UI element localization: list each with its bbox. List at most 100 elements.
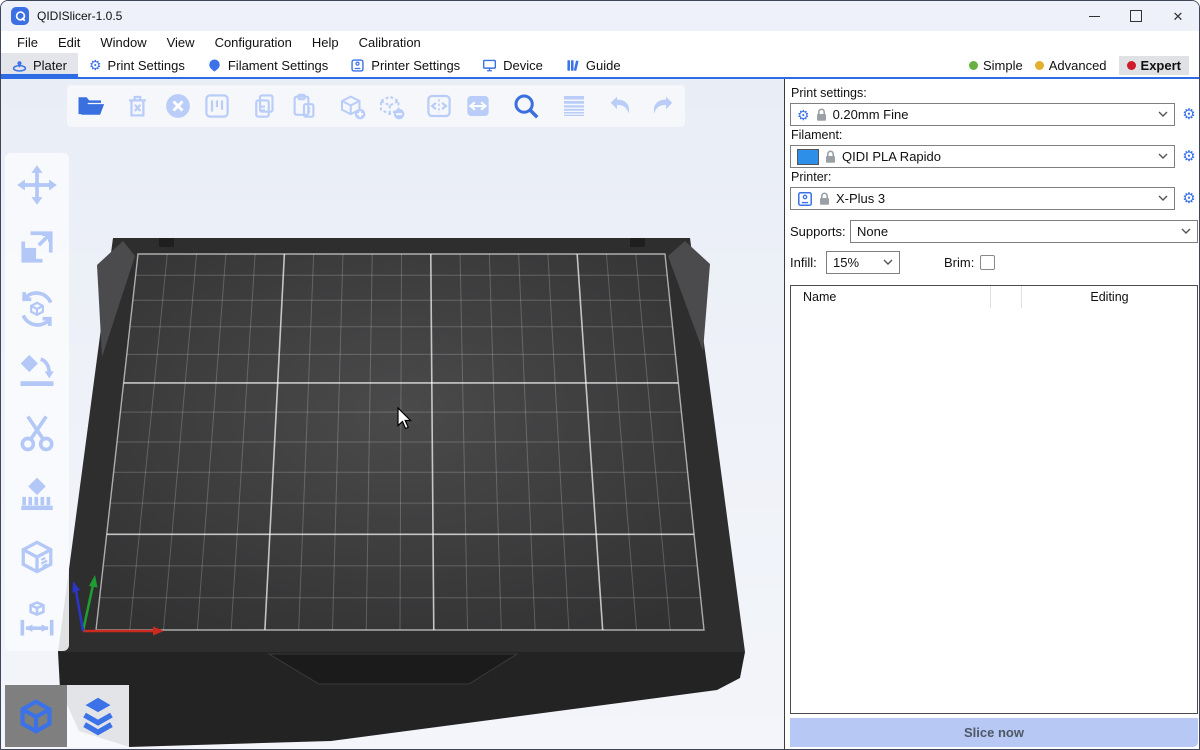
mode-selector: Simple Advanced Expert	[969, 53, 1199, 77]
filament-value: QIDI PLA Rapido	[842, 149, 1152, 164]
gear-icon: ⚙	[89, 58, 102, 72]
printer-label: Printer:	[791, 170, 1198, 184]
mode-simple[interactable]: Simple	[969, 58, 1023, 73]
paste-icon[interactable]	[289, 91, 319, 121]
tab-plater[interactable]: Plater	[1, 53, 78, 77]
object-list-body[interactable]	[791, 308, 1197, 713]
measure-icon[interactable]	[15, 597, 59, 641]
menu-view[interactable]: View	[157, 35, 205, 50]
window-title: QIDISlicer-1.0.5	[37, 9, 122, 23]
printer-gear-button[interactable]: ⚙	[1180, 191, 1198, 206]
gear-icon: ⚙	[797, 108, 810, 122]
supports-value: None	[857, 224, 1175, 239]
column-extruder	[991, 286, 1022, 308]
infill-value: 15%	[833, 255, 877, 270]
split-to-objects-icon[interactable]	[424, 91, 454, 121]
menu-configuration[interactable]: Configuration	[205, 35, 302, 50]
menu-calibration[interactable]: Calibration	[349, 35, 431, 50]
expert-dot-icon	[1127, 61, 1136, 70]
advanced-dot-icon	[1035, 61, 1044, 70]
search-icon[interactable]	[511, 91, 541, 121]
app-window: QIDISlicer-1.0.5 ✕ File Edit Window View…	[0, 0, 1200, 750]
printer-icon	[797, 191, 813, 207]
undo-icon[interactable]	[607, 91, 637, 121]
menu-file[interactable]: File	[7, 35, 48, 50]
print-settings-gear-button[interactable]: ⚙	[1180, 107, 1198, 122]
chevron-down-icon	[1158, 195, 1168, 202]
layers-icon	[75, 693, 121, 739]
move-icon[interactable]	[15, 163, 59, 207]
menu-bar: File Edit Window View Configuration Help…	[1, 31, 1199, 53]
brim-checkbox[interactable]	[980, 255, 995, 270]
close-button[interactable]: ✕	[1157, 1, 1199, 31]
delete-icon[interactable]	[124, 91, 154, 121]
delete-all-icon[interactable]	[163, 91, 193, 121]
redo-icon[interactable]	[646, 91, 676, 121]
lock-icon	[816, 108, 827, 122]
tab-print-settings[interactable]: ⚙ Print Settings	[78, 53, 196, 77]
lock-icon	[819, 192, 830, 206]
printer-value: X-Plus 3	[836, 191, 1152, 206]
printer-icon	[350, 58, 365, 73]
tab-bar: Plater ⚙ Print Settings Filament Setting…	[1, 53, 1199, 79]
add-instance-icon[interactable]	[337, 91, 367, 121]
split-to-parts-icon[interactable]	[463, 91, 493, 121]
maximize-button[interactable]	[1115, 1, 1157, 31]
brim-label: Brim:	[944, 255, 974, 270]
mode-expert[interactable]: Expert	[1119, 56, 1189, 75]
app-logo-icon	[11, 7, 29, 25]
seam-painting-icon[interactable]	[15, 535, 59, 579]
paint-on-supports-icon[interactable]	[15, 473, 59, 517]
print-settings-label: Print settings:	[791, 86, 1198, 100]
lock-icon	[825, 150, 836, 164]
rotate-icon[interactable]	[15, 287, 59, 331]
open-file-icon[interactable]	[76, 91, 106, 121]
filament-label: Filament:	[791, 128, 1198, 142]
menu-help[interactable]: Help	[302, 35, 349, 50]
column-name: Name	[791, 286, 991, 308]
tab-printer-settings[interactable]: Printer Settings	[339, 53, 471, 77]
guide-icon	[565, 58, 580, 73]
slice-now-button[interactable]: Slice now	[790, 718, 1198, 747]
editor-view-toggle[interactable]	[5, 685, 67, 747]
menu-edit[interactable]: Edit	[48, 35, 90, 50]
variable-layer-height-icon[interactable]	[559, 91, 589, 121]
place-on-face-icon[interactable]	[15, 349, 59, 393]
infill-label: Infill:	[790, 255, 826, 270]
device-icon	[482, 58, 497, 73]
viewport-3d[interactable]	[1, 79, 784, 750]
tab-filament-settings[interactable]: Filament Settings	[196, 53, 339, 77]
chevron-down-icon	[1158, 111, 1168, 118]
preview-toggle[interactable]	[67, 685, 129, 747]
chevron-down-icon	[883, 259, 893, 266]
cut-icon[interactable]	[15, 411, 59, 455]
object-list: Name Editing	[790, 285, 1198, 714]
filament-color-swatch	[797, 149, 819, 165]
chevron-down-icon	[1181, 228, 1191, 235]
scale-icon[interactable]	[15, 225, 59, 269]
infill-combo[interactable]: 15%	[826, 251, 900, 274]
mode-advanced[interactable]: Advanced	[1035, 58, 1107, 73]
filament-combo[interactable]: QIDI PLA Rapido	[790, 145, 1175, 168]
main-toolbar	[67, 85, 685, 127]
tab-guide[interactable]: Guide	[554, 53, 632, 77]
arrange-icon[interactable]	[202, 91, 232, 121]
view-mode-toggles	[5, 685, 129, 747]
printer-combo[interactable]: X-Plus 3	[790, 187, 1175, 210]
simple-dot-icon	[969, 61, 978, 70]
plater-icon	[12, 58, 27, 73]
remove-instance-icon[interactable]	[376, 91, 406, 121]
right-sidebar: Print settings: ⚙ 0.20mm Fine ⚙ Filament…	[784, 79, 1200, 750]
print-settings-value: 0.20mm Fine	[833, 107, 1152, 122]
copy-icon[interactable]	[250, 91, 280, 121]
print-settings-combo[interactable]: ⚙ 0.20mm Fine	[790, 103, 1175, 126]
chevron-down-icon	[1158, 153, 1168, 160]
minimize-button[interactable]	[1073, 1, 1115, 31]
column-editing: Editing	[1022, 286, 1197, 308]
menu-window[interactable]: Window	[90, 35, 156, 50]
filament-icon	[207, 58, 222, 73]
filament-gear-button[interactable]: ⚙	[1180, 149, 1198, 164]
supports-combo[interactable]: None	[850, 220, 1198, 243]
supports-label: Supports:	[790, 224, 850, 239]
tab-device[interactable]: Device	[471, 53, 554, 77]
